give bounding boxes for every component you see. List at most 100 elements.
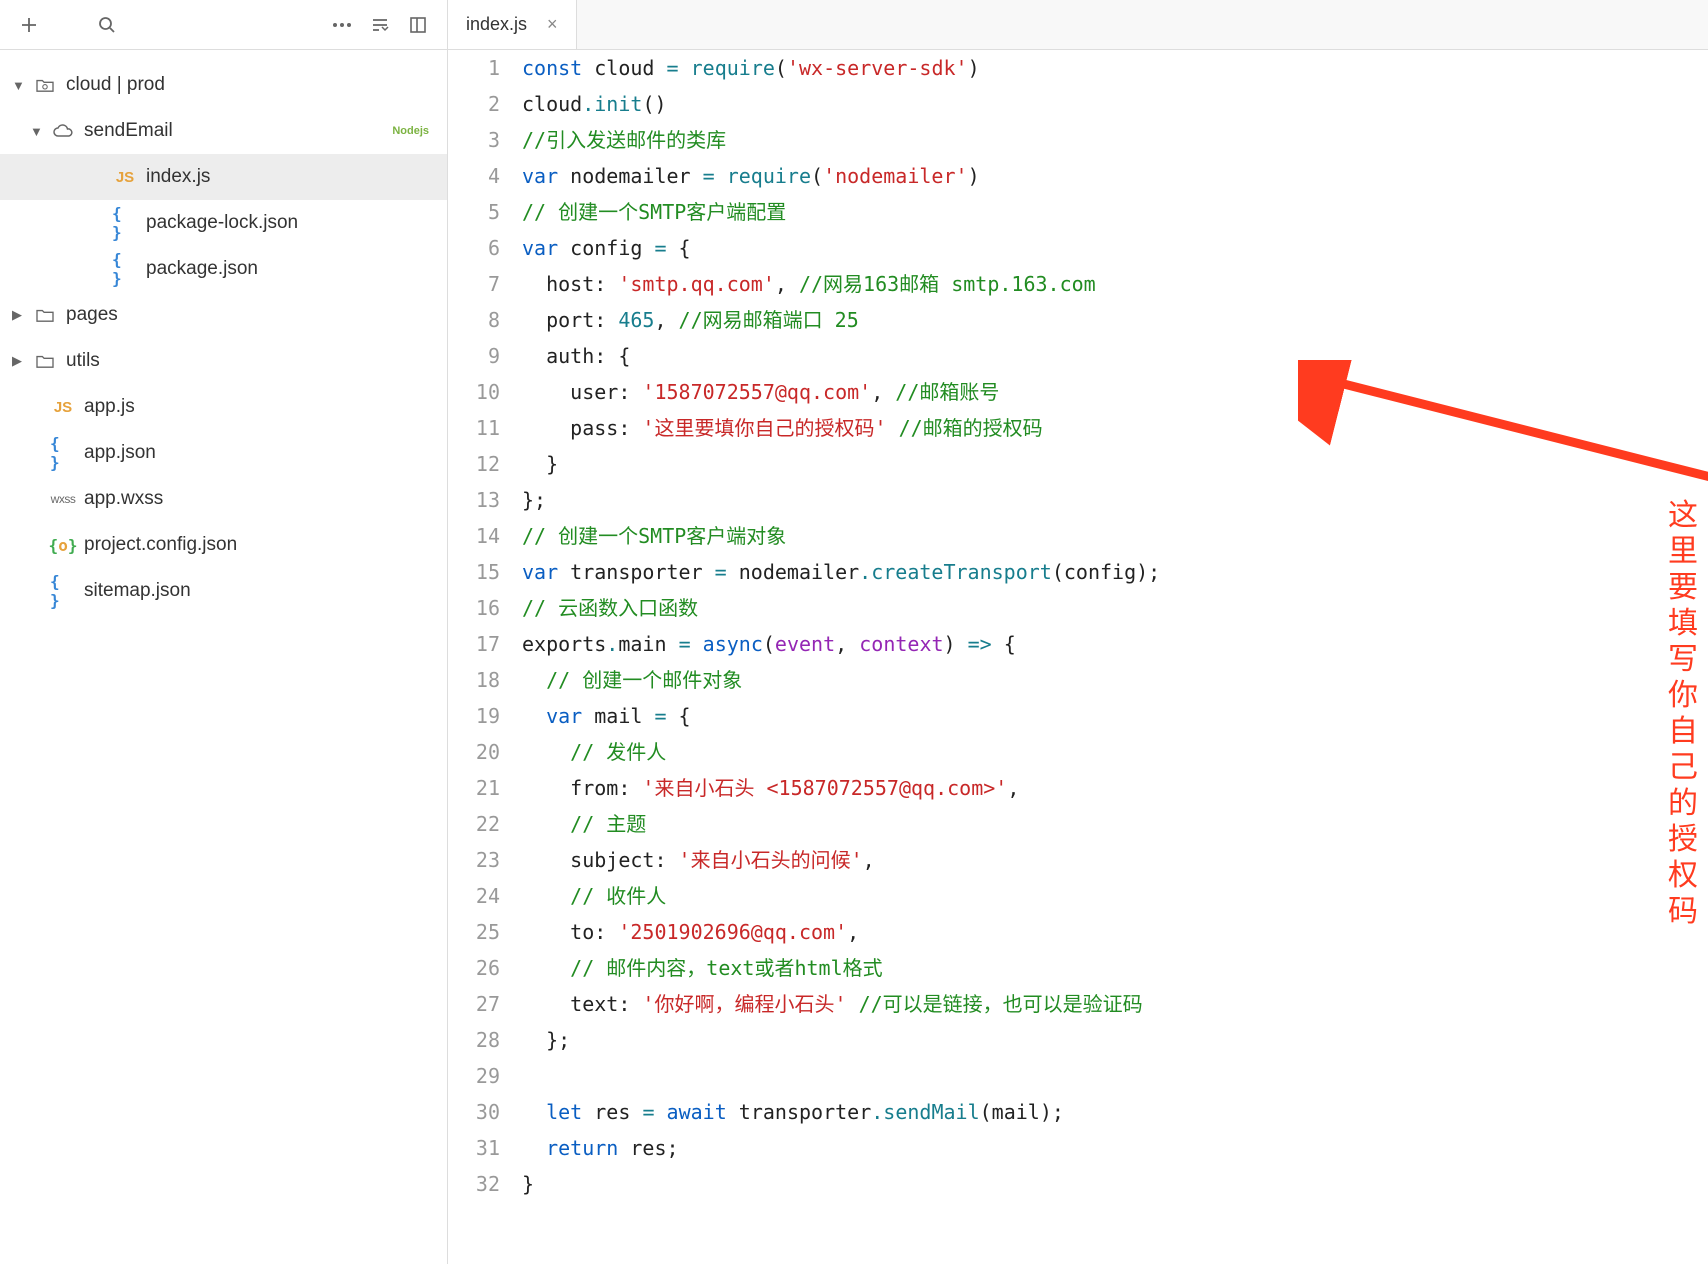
tab-title: index.js xyxy=(466,14,527,35)
code-token xyxy=(522,704,546,728)
tree-item-app-js[interactable]: JSapp.js xyxy=(0,384,447,430)
tree-item-app-wxss[interactable]: wxssapp.wxss xyxy=(0,476,447,522)
code-token: // 云函数入口函数 xyxy=(522,596,698,620)
code-token: ( xyxy=(763,632,775,656)
line-number: 18 xyxy=(448,662,500,698)
code-line[interactable]: var nodemailer = require('nodemailer') xyxy=(522,158,1708,194)
tree-item-package-lock-json[interactable]: { }package-lock.json xyxy=(0,200,447,246)
line-number: 16 xyxy=(448,590,500,626)
code-line[interactable]: var config = { xyxy=(522,230,1708,266)
code-token: (config); xyxy=(1052,560,1160,584)
expand-arrow-icon[interactable]: ▼ xyxy=(12,78,32,93)
code-line[interactable]: }; xyxy=(522,1022,1708,1058)
code-token: = xyxy=(715,560,727,584)
code-token: ( xyxy=(775,56,787,80)
code-line[interactable]: // 收件人 xyxy=(522,878,1708,914)
code-token: . xyxy=(871,1100,883,1124)
code-line[interactable]: // 主题 xyxy=(522,806,1708,842)
code-line[interactable]: port: 465, //网易邮箱端口 25 xyxy=(522,302,1708,338)
tree-item-project-config-json[interactable]: {o}project.config.json xyxy=(0,522,447,568)
tree-item-label: package.json xyxy=(146,258,447,280)
code-line[interactable]: // 邮件内容，text或者html格式 xyxy=(522,950,1708,986)
close-tab-icon[interactable]: × xyxy=(547,14,558,35)
code-line[interactable]: }; xyxy=(522,482,1708,518)
expand-arrow-icon[interactable]: ▶ xyxy=(12,353,32,369)
tree-item-sitemap-json[interactable]: { }sitemap.json xyxy=(0,568,447,614)
code-line[interactable]: // 发件人 xyxy=(522,734,1708,770)
code-line[interactable]: auth: { xyxy=(522,338,1708,374)
code-line[interactable]: to: '2501902696@qq.com', xyxy=(522,914,1708,950)
line-number: 27 xyxy=(448,986,500,1022)
collapse-button[interactable] xyxy=(361,6,399,44)
tree-item-label: project.config.json xyxy=(84,534,447,556)
code-token: '你好啊，编程小石头' xyxy=(642,992,846,1016)
code-area[interactable]: const cloud = require('wx-server-sdk')cl… xyxy=(522,50,1708,1264)
code-line[interactable]: var transporter = nodemailer.createTrans… xyxy=(522,554,1708,590)
code-line[interactable]: // 云函数入口函数 xyxy=(522,590,1708,626)
tree-item-package-json[interactable]: { }package.json xyxy=(0,246,447,292)
code-line[interactable]: subject: '来自小石头的问候', xyxy=(522,842,1708,878)
code-token: //网易邮箱端口 25 xyxy=(679,308,859,332)
expand-arrow-icon[interactable]: ▶ xyxy=(12,307,32,323)
code-token: ) xyxy=(944,632,968,656)
tab-indexjs[interactable]: index.js × xyxy=(448,0,577,49)
add-button[interactable] xyxy=(10,6,48,44)
layout-button[interactable] xyxy=(399,6,437,44)
code-token: nodemailer xyxy=(727,560,859,584)
code-token: //邮箱的授权码 xyxy=(899,416,1043,440)
code-line[interactable]: let res = await transporter.sendMail(mai… xyxy=(522,1094,1708,1130)
code-token: // 发件人 xyxy=(570,740,666,764)
line-number: 2 xyxy=(448,86,500,122)
code-token: , xyxy=(1007,776,1019,800)
tree-item-index-js[interactable]: JSindex.js xyxy=(0,154,447,200)
tree-item-utils[interactable]: ▶utils xyxy=(0,338,447,384)
code-token: => xyxy=(968,632,992,656)
search-button[interactable] xyxy=(88,6,126,44)
code-line[interactable]: host: 'smtp.qq.com', //网易163邮箱 smtp.163.… xyxy=(522,266,1708,302)
expand-arrow-icon[interactable]: ▼ xyxy=(30,124,50,139)
line-number: 23 xyxy=(448,842,500,878)
code-editor[interactable]: 1234567891011121314151617181920212223242… xyxy=(448,50,1708,1264)
line-number: 14 xyxy=(448,518,500,554)
code-token: auth: { xyxy=(522,344,630,368)
code-token xyxy=(679,56,691,80)
code-token: // 创建一个SMTP客户端对象 xyxy=(522,524,786,548)
code-token: 'wx-server-sdk' xyxy=(787,56,968,80)
code-line[interactable]: text: '你好啊，编程小石头' //可以是链接，也可以是验证码 xyxy=(522,986,1708,1022)
code-line[interactable]: //引入发送邮件的类库 xyxy=(522,122,1708,158)
code-line[interactable]: var mail = { xyxy=(522,698,1708,734)
code-line[interactable]: exports.main = async(event, context) => … xyxy=(522,626,1708,662)
line-number: 22 xyxy=(448,806,500,842)
code-line[interactable]: // 创建一个邮件对象 xyxy=(522,662,1708,698)
content: ▼cloud | prod▼sendEmailNodejsJSindex.js{… xyxy=(0,50,1708,1264)
code-token: transporter xyxy=(558,560,715,584)
code-token: user: xyxy=(522,380,642,404)
code-line[interactable]: const cloud = require('wx-server-sdk') xyxy=(522,50,1708,86)
code-line[interactable]: return res; xyxy=(522,1130,1708,1166)
code-token: var xyxy=(522,236,558,260)
code-token: var xyxy=(546,704,582,728)
tree-item-app-json[interactable]: { }app.json xyxy=(0,430,447,476)
code-line[interactable] xyxy=(522,1058,1708,1094)
code-token: }; xyxy=(522,488,546,512)
tree-item-label: cloud | prod xyxy=(66,74,447,96)
code-token: // 主题 xyxy=(570,812,646,836)
code-line[interactable]: cloud.init() xyxy=(522,86,1708,122)
more-button[interactable] xyxy=(323,6,361,44)
line-number: 5 xyxy=(448,194,500,230)
code-line[interactable]: // 创建一个SMTP客户端对象 xyxy=(522,518,1708,554)
tree-item-sendemail[interactable]: ▼sendEmailNodejs xyxy=(0,108,447,154)
tree-item-cloud---prod[interactable]: ▼ cloud | prod xyxy=(0,62,447,108)
code-line[interactable]: } xyxy=(522,446,1708,482)
topbar: index.js × xyxy=(0,0,1708,50)
code-token: mail xyxy=(582,704,654,728)
code-token: const xyxy=(522,56,582,80)
code-line[interactable]: } xyxy=(522,1166,1708,1202)
code-token: = xyxy=(667,56,679,80)
tree-item-pages[interactable]: ▶pages xyxy=(0,292,447,338)
code-line[interactable]: pass: '这里要填你自己的授权码' //邮箱的授权码 xyxy=(522,410,1708,446)
code-line[interactable]: user: '1587072557@qq.com', //邮箱账号 xyxy=(522,374,1708,410)
code-line[interactable]: from: '来自小石头 <1587072557@qq.com>', xyxy=(522,770,1708,806)
code-line[interactable]: // 创建一个SMTP客户端配置 xyxy=(522,194,1708,230)
code-token xyxy=(522,812,570,836)
